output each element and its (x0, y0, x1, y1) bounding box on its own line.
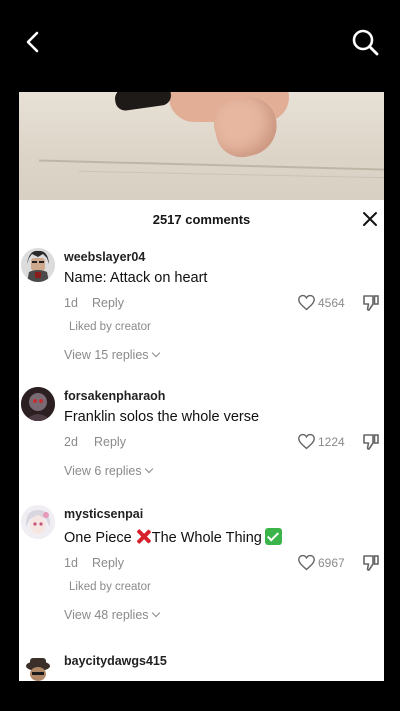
comment-item: forsakenpharaoh Franklin solos the whole… (19, 387, 384, 487)
view-replies-label: View 6 replies (64, 464, 142, 478)
dislike-button[interactable] (362, 294, 380, 312)
video-preview[interactable] (19, 92, 384, 200)
chevron-down-icon (144, 464, 153, 474)
comment-text: Franklin solos the whole verse (64, 409, 260, 425)
thumbs-down-icon (363, 434, 379, 450)
comment-username[interactable]: mysticsenpai (64, 507, 143, 521)
chevron-down-icon (151, 348, 160, 358)
comment-text-part2: The Whole Thing (151, 530, 262, 546)
comment-username[interactable]: forsakenpharaoh (64, 389, 165, 403)
view-replies-label: View 48 replies (64, 608, 149, 622)
heart-icon (298, 294, 315, 311)
avatar-image (21, 248, 55, 282)
comment-count: 2517 comments (152, 212, 251, 227)
content-frame: 2517 comments weebslayer04 Name: Attack … (19, 92, 384, 681)
avatar[interactable] (21, 505, 55, 539)
dislike-button[interactable] (362, 554, 380, 572)
reply-button[interactable]: Reply (94, 435, 126, 449)
comment-text-part1: One Piece (64, 530, 132, 546)
like-count: 4564 (318, 296, 345, 310)
chevron-left-icon (26, 31, 39, 53)
top-bar (0, 0, 400, 80)
comment-item: mysticsenpai One Piece The Whole Thing 1d… (19, 505, 384, 631)
video-dark-object (113, 92, 173, 112)
comment-text: One Piece The Whole Thing (64, 528, 282, 546)
view-replies-label: View 15 replies (64, 348, 149, 362)
reply-button[interactable]: Reply (92, 296, 124, 310)
cross-mark-icon (136, 529, 151, 544)
like-count: 1224 (318, 435, 345, 449)
comment-item: baycitydawgs415 (19, 652, 384, 681)
like-button[interactable]: 6967 (297, 553, 353, 573)
reply-button[interactable]: Reply (92, 556, 124, 570)
avatar-image (21, 387, 55, 421)
close-icon (363, 212, 377, 226)
search-icon (352, 29, 379, 56)
heart-icon (298, 554, 315, 571)
avatar-image (21, 505, 55, 539)
view-replies-button[interactable]: View 6 replies (64, 464, 153, 478)
video-line (39, 159, 384, 171)
comment-age: 2d (64, 435, 78, 449)
view-replies-button[interactable]: View 15 replies (64, 348, 160, 362)
dislike-button[interactable] (362, 433, 380, 451)
comment-username[interactable]: baycitydawgs415 (64, 654, 167, 668)
view-replies-button[interactable]: View 48 replies (64, 608, 160, 622)
avatar[interactable] (21, 248, 55, 282)
search-button[interactable] (350, 27, 380, 57)
avatar[interactable] (21, 387, 55, 421)
chevron-down-icon (151, 608, 160, 618)
comment-age: 1d (64, 556, 78, 570)
like-count: 6967 (318, 556, 345, 570)
comment-text: Name: Attack on heart (64, 270, 208, 286)
thumbs-down-icon (363, 555, 379, 571)
avatar[interactable] (21, 652, 55, 681)
comments-sheet: 2517 comments weebslayer04 Name: Attack … (19, 200, 384, 681)
avatar-image (21, 652, 55, 681)
comment-item: weebslayer04 Name: Attack on heart 1d Re… (19, 248, 384, 374)
thumbs-down-icon (363, 295, 379, 311)
back-button[interactable] (20, 28, 48, 56)
comment-age: 1d (64, 296, 78, 310)
heart-icon (298, 433, 315, 450)
comment-username[interactable]: weebslayer04 (64, 250, 145, 264)
video-line-secondary (79, 170, 384, 179)
comments-header: 2517 comments (19, 200, 384, 238)
like-button[interactable]: 1224 (297, 432, 353, 452)
close-button[interactable] (362, 211, 378, 227)
liked-by-creator: Liked by creator (69, 581, 151, 593)
liked-by-creator: Liked by creator (69, 321, 151, 333)
check-mark-icon (264, 528, 282, 545)
like-button[interactable]: 4564 (297, 293, 353, 313)
